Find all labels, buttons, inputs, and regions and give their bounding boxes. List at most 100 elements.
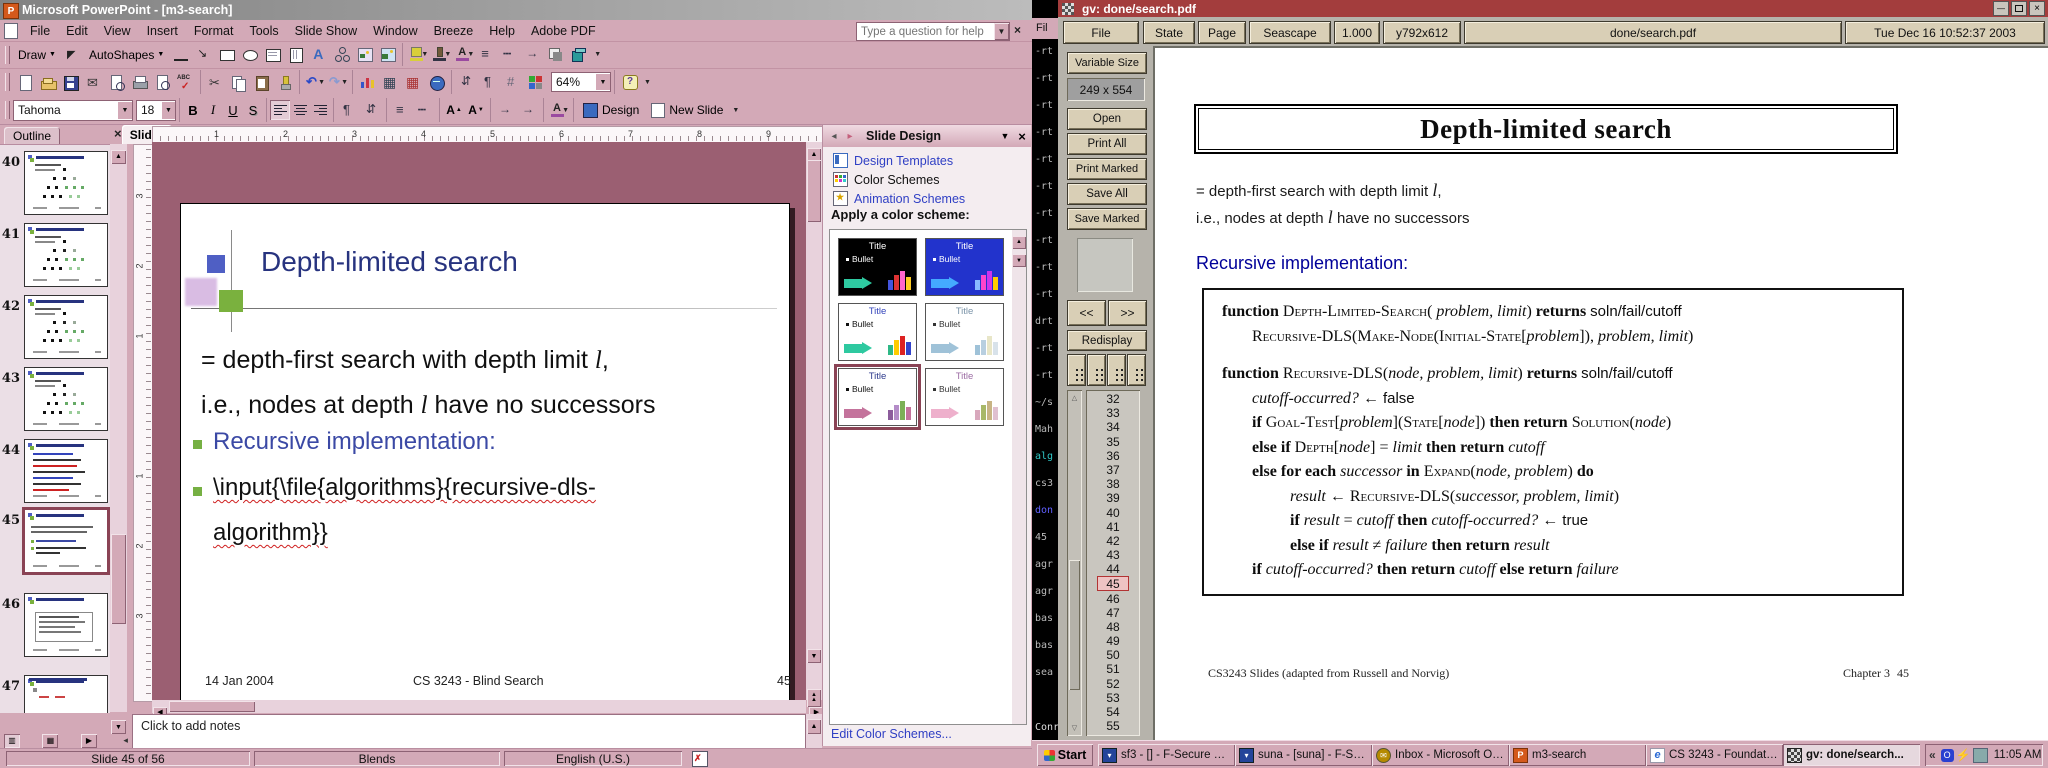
- align-center-button[interactable]: [290, 100, 310, 120]
- dash-style-button[interactable]: ┄: [499, 44, 520, 65]
- gv-orientation-menu[interactable]: Seascape: [1249, 21, 1331, 44]
- taskbar-task-2[interactable]: ▾suna - [suna] - F-Sec...: [1235, 744, 1372, 766]
- open-button[interactable]: Open: [1067, 108, 1147, 130]
- toolbar-grip[interactable]: [5, 73, 10, 91]
- insert-chart-button[interactable]: [357, 72, 378, 93]
- task-pane-link-design-templates[interactable]: Design Templates: [833, 153, 953, 168]
- page-number-55[interactable]: 55: [1086, 719, 1140, 733]
- dash-style-button[interactable]: ┄: [414, 100, 435, 121]
- print-all-button[interactable]: Print All: [1067, 133, 1147, 155]
- insert-diagram-button[interactable]: [331, 44, 352, 65]
- slide-thumbnail-43[interactable]: [24, 367, 108, 431]
- chevron-down-icon[interactable]: ▼: [118, 102, 132, 119]
- tray-app-icon[interactable]: O: [1941, 749, 1954, 762]
- previous-slide-icon[interactable]: ▲▲: [807, 689, 821, 707]
- edit-color-schemes-link[interactable]: Edit Color Schemes...: [831, 727, 952, 741]
- insert-hyperlink-button[interactable]: [426, 72, 447, 93]
- show-formatting-button[interactable]: ¶: [338, 100, 359, 121]
- color-scheme-card-6[interactable]: TitleBullet: [925, 368, 1004, 426]
- taskbar-task-6[interactable]: gv: done/search...: [1783, 744, 1920, 766]
- slide-sorter-view-button[interactable]: ▦: [42, 734, 58, 748]
- scroll-down-icon[interactable]: ▼: [1012, 254, 1026, 267]
- insert-clipart-button[interactable]: [354, 44, 375, 65]
- design-button[interactable]: Design: [577, 100, 645, 121]
- slide-thumbnail-44[interactable]: [24, 439, 108, 503]
- tray-lightning-icon[interactable]: ⚡: [1957, 749, 1970, 762]
- page-number-46[interactable]: 46: [1086, 591, 1140, 605]
- insert-picture-button[interactable]: [377, 44, 398, 65]
- toolbar-grip[interactable]: [5, 101, 10, 119]
- slide-bullet-1[interactable]: Recursive implementation:: [213, 428, 496, 456]
- search-button[interactable]: [106, 72, 127, 93]
- xterm-strip[interactable]: Fil Conr -rt-rt-rt-rt-rt-rt-rt-rt-rt-rtd…: [1032, 0, 1058, 740]
- redo-button[interactable]: ↷▼: [327, 72, 348, 93]
- page-number-52[interactable]: 52: [1086, 677, 1140, 691]
- next-page-button[interactable]: >>: [1108, 300, 1147, 326]
- maximize-button[interactable]: [2011, 1, 2027, 16]
- chevron-down-icon[interactable]: ▼: [644, 79, 651, 86]
- taskbar-task-4[interactable]: Pm3-search: [1509, 744, 1646, 766]
- mark-toggle-button[interactable]: [1087, 354, 1106, 386]
- chevron-down-icon[interactable]: ▼: [467, 51, 474, 58]
- slide-body-text[interactable]: = depth-first search with depth limit l,…: [201, 338, 771, 428]
- task-pane-link-animation-schemes[interactable]: ★Animation Schemes: [833, 191, 965, 206]
- toolbar-grip[interactable]: [5, 46, 10, 64]
- scrollbar-thumb[interactable]: [807, 160, 821, 222]
- pane-resize-icon[interactable]: ◂: [123, 735, 128, 746]
- oval-button[interactable]: [239, 44, 260, 65]
- scrollbar-thumb[interactable]: [169, 701, 255, 712]
- print-marked-button[interactable]: Print Marked: [1067, 158, 1147, 180]
- draw-menu-button[interactable]: Draw▼: [13, 45, 61, 65]
- chevron-down-icon[interactable]: ▼: [994, 23, 1009, 40]
- slideshow-view-button[interactable]: ▶: [81, 734, 97, 748]
- page-number-32[interactable]: 32: [1086, 392, 1140, 406]
- color-scheme-card-5[interactable]: TitleBullet: [838, 368, 917, 426]
- page-number-43[interactable]: 43: [1086, 548, 1140, 562]
- minimize-button[interactable]: —: [1993, 1, 2009, 16]
- ppt-title-bar[interactable]: P Microsoft PowerPoint - [m3-search] — ×: [0, 0, 1032, 20]
- help-button[interactable]: ?: [619, 72, 640, 93]
- autoshapes-menu-button[interactable]: AutoShapes▼: [84, 45, 169, 65]
- redisplay-button[interactable]: Redisplay: [1067, 330, 1147, 351]
- vertical-text-box-button[interactable]: [285, 44, 306, 65]
- font-color-button[interactable]: A▼: [548, 100, 569, 121]
- slide-thumbnail-47[interactable]: [24, 675, 108, 713]
- decrease-font-button[interactable]: A▼: [465, 100, 487, 120]
- chevron-down-icon[interactable]: ▼: [162, 102, 175, 119]
- slide-thumbnail-46[interactable]: [24, 593, 108, 657]
- page-number-54[interactable]: 54: [1086, 705, 1140, 719]
- chevron-down-icon[interactable]: ▼: [444, 51, 451, 58]
- notes-pane[interactable]: Click to add notes: [132, 714, 806, 750]
- scroll-down-icon[interactable]: ▽: [1067, 722, 1082, 734]
- arrow-style-button[interactable]: →: [495, 100, 516, 121]
- page-number-44[interactable]: 44: [1086, 562, 1140, 576]
- arrow-style-button[interactable]: →: [518, 100, 539, 121]
- mark-toggle-button[interactable]: [1127, 354, 1146, 386]
- page-number-50[interactable]: 50: [1086, 648, 1140, 662]
- show-grid-button[interactable]: #: [502, 72, 523, 93]
- font-color-button[interactable]: A▼: [453, 44, 474, 65]
- color-scheme-card-4[interactable]: TitleBullet: [925, 303, 1004, 361]
- menu-item-insert[interactable]: Insert: [139, 21, 186, 41]
- menu-item-window[interactable]: Window: [365, 21, 425, 41]
- open-folder-button[interactable]: [37, 72, 58, 93]
- paste-button[interactable]: [251, 72, 272, 93]
- italic-button[interactable]: I: [203, 100, 223, 120]
- scroll-up-icon[interactable]: ▲: [1012, 236, 1026, 249]
- page-number-47[interactable]: 47: [1086, 606, 1140, 620]
- 3d-style-button[interactable]: [568, 44, 589, 65]
- tray-network-icon[interactable]: [1973, 748, 1988, 763]
- menu-item-adobe-pdf[interactable]: Adobe PDF: [523, 21, 604, 41]
- page-number-current[interactable]: 45: [1097, 576, 1129, 591]
- task-pane-link-color-schemes[interactable]: Color Schemes: [833, 172, 939, 187]
- page-number-41[interactable]: 41: [1086, 520, 1140, 534]
- page-number-38[interactable]: 38: [1086, 477, 1140, 491]
- page-number-42[interactable]: 42: [1086, 534, 1140, 548]
- increase-font-button[interactable]: A▲: [443, 100, 465, 120]
- chevron-down-icon[interactable]: ▼: [562, 107, 569, 114]
- tray-chevron-icon[interactable]: «: [1929, 748, 1936, 762]
- chevron-down-icon[interactable]: ▼: [421, 51, 428, 58]
- font-size-combo[interactable]: 18▼: [136, 100, 176, 121]
- normal-view-button[interactable]: ▥: [4, 734, 20, 748]
- page-number-39[interactable]: 39: [1086, 491, 1140, 505]
